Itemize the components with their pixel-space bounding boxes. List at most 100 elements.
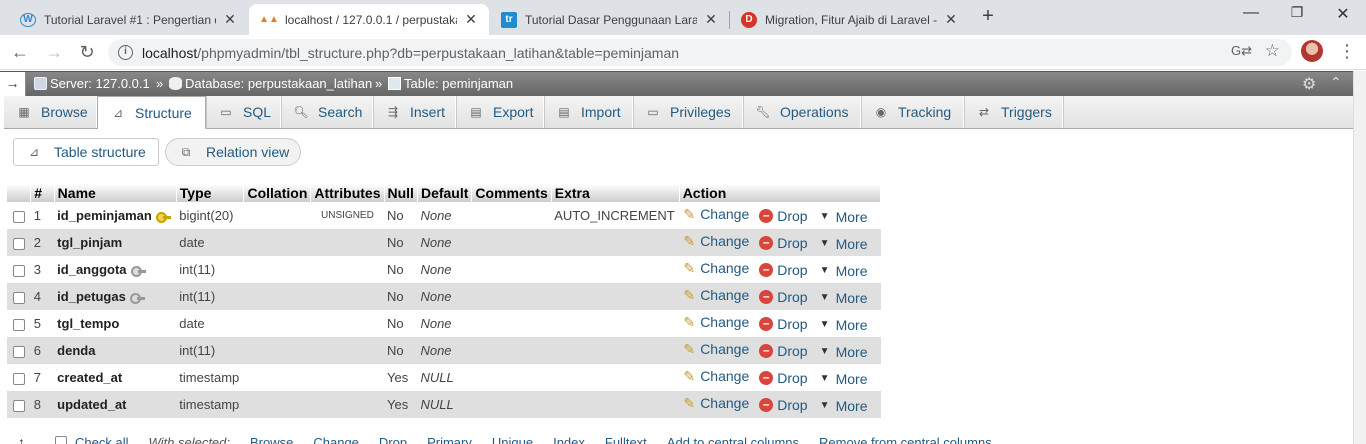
gear-icon[interactable]: ⚙ bbox=[1302, 74, 1316, 94]
row-checkbox[interactable] bbox=[12, 399, 25, 412]
drop-button[interactable]: – Drop bbox=[759, 235, 808, 251]
restore-icon[interactable]: ❐ bbox=[1282, 4, 1312, 21]
chrome-menu-icon[interactable]: ⋮ bbox=[1338, 40, 1356, 62]
tab-privileges[interactable]: ▭ Privileges bbox=[633, 96, 743, 128]
tab-structure[interactable]: ⊿ Structure bbox=[97, 96, 206, 129]
check-all-link[interactable]: Check all bbox=[75, 435, 128, 444]
drop-button[interactable]: – Drop bbox=[759, 208, 808, 224]
forward-arrow-icon[interactable]: → bbox=[42, 41, 66, 65]
more-dropdown[interactable]: ▼ More bbox=[818, 263, 868, 279]
column-name-link[interactable]: id_peminjaman bbox=[57, 208, 152, 223]
more-dropdown[interactable]: ▼ More bbox=[818, 398, 868, 414]
bulk-unique-button[interactable]: Unique bbox=[492, 435, 533, 444]
tab-export[interactable]: ▤ Export bbox=[456, 96, 544, 128]
bulk-primary-button[interactable]: Primary bbox=[427, 435, 472, 444]
row-checkbox[interactable] bbox=[12, 372, 25, 385]
navigation-toggle-icon[interactable]: → bbox=[0, 72, 26, 96]
row-checkbox[interactable] bbox=[12, 318, 25, 331]
reload-icon[interactable]: ↻ bbox=[75, 41, 99, 65]
breadcrumb-database[interactable]: Database: perpustakaan_latihan bbox=[169, 76, 372, 91]
row-checkbox[interactable] bbox=[12, 291, 25, 304]
change-button[interactable]: ✎ Change bbox=[682, 260, 749, 276]
bookmark-star-icon[interactable]: ☆ bbox=[1265, 41, 1280, 61]
tab-tracking[interactable]: ◉ Tracking bbox=[861, 96, 964, 128]
header-type[interactable]: Type bbox=[176, 184, 245, 202]
new-tab-icon[interactable]: + bbox=[977, 6, 999, 28]
drop-button[interactable]: – Drop bbox=[759, 343, 808, 359]
tab-browse[interactable]: ▦ Browse bbox=[4, 96, 97, 128]
more-dropdown[interactable]: ▼ More bbox=[818, 344, 868, 360]
drop-button[interactable]: – Drop bbox=[759, 289, 808, 305]
profile-avatar[interactable] bbox=[1301, 40, 1323, 62]
header-extra[interactable]: Extra bbox=[551, 184, 680, 202]
bulk-index-button[interactable]: Index bbox=[553, 435, 585, 444]
change-button[interactable]: ✎ Change bbox=[682, 341, 749, 357]
header-comments[interactable]: Comments bbox=[471, 184, 552, 202]
column-name-link[interactable]: tgl_pinjam bbox=[57, 235, 122, 250]
collapse-icon[interactable]: ⌃ bbox=[1330, 74, 1342, 91]
change-button[interactable]: ✎ Change bbox=[682, 287, 749, 303]
back-arrow-icon[interactable]: ← bbox=[8, 41, 32, 65]
tab-import[interactable]: ▤ Import bbox=[544, 96, 633, 128]
tab-triggers[interactable]: ⇄ Triggers bbox=[964, 96, 1063, 128]
drop-button[interactable]: – Drop bbox=[759, 316, 808, 332]
header-attributes[interactable]: Attributes bbox=[310, 184, 385, 202]
drop-button[interactable]: – Drop bbox=[759, 370, 808, 386]
tab-operations[interactable]: 🔧︎ Operations bbox=[743, 96, 861, 128]
more-dropdown[interactable]: ▼ More bbox=[818, 290, 868, 306]
breadcrumb-table[interactable]: Table: peminjaman bbox=[388, 76, 513, 91]
browser-tab-1[interactable]: W Tutorial Laravel #1 : Pengertian d ✕ bbox=[8, 4, 248, 35]
address-bar[interactable]: i localhost/phpmyadmin/tbl_structure.php… bbox=[108, 39, 1292, 66]
change-button[interactable]: ✎ Change bbox=[682, 395, 749, 411]
site-info-icon[interactable]: i bbox=[118, 45, 133, 60]
drop-button[interactable]: – Drop bbox=[759, 397, 808, 413]
more-dropdown[interactable]: ▼ More bbox=[818, 317, 868, 333]
tab-search[interactable]: 🔍︎ Search bbox=[281, 96, 373, 128]
bulk-change-button[interactable]: Change bbox=[313, 435, 359, 444]
column-name-link[interactable]: created_at bbox=[57, 370, 122, 385]
close-tab-icon[interactable]: ✕ bbox=[943, 11, 959, 28]
column-name-link[interactable]: updated_at bbox=[57, 397, 126, 412]
row-checkbox[interactable] bbox=[12, 210, 25, 223]
change-button[interactable]: ✎ Change bbox=[682, 368, 749, 384]
close-tab-icon[interactable]: ✕ bbox=[463, 11, 479, 28]
bulk-add-central-button[interactable]: Add to central columns bbox=[667, 435, 799, 444]
column-name-link[interactable]: denda bbox=[57, 343, 95, 358]
bulk-fulltext-button[interactable]: Fulltext bbox=[605, 435, 647, 444]
row-checkbox[interactable] bbox=[12, 345, 25, 358]
tab-insert[interactable]: ⇶ Insert bbox=[373, 96, 456, 128]
url-text[interactable]: localhost/phpmyadmin/tbl_structure.php?d… bbox=[142, 45, 679, 61]
drop-button[interactable]: – Drop bbox=[759, 262, 808, 278]
check-all-checkbox[interactable] bbox=[55, 436, 67, 444]
change-button[interactable]: ✎ Change bbox=[682, 233, 749, 249]
translate-icon[interactable]: G⇄ bbox=[1231, 43, 1252, 59]
browser-tab-3[interactable]: tr Tutorial Dasar Penggunaan Larav ✕ bbox=[489, 4, 729, 35]
header-name[interactable]: Name bbox=[54, 184, 177, 202]
browser-tab-2[interactable]: ▲▲ localhost / 127.0.0.1 / perpustaka ✕ bbox=[249, 4, 489, 35]
column-name-link[interactable]: id_petugas bbox=[57, 289, 126, 304]
window-close-icon[interactable]: ✕ bbox=[1328, 4, 1358, 24]
close-tab-icon[interactable]: ✕ bbox=[222, 11, 238, 28]
column-name-link[interactable]: id_anggota bbox=[57, 262, 126, 277]
more-dropdown[interactable]: ▼ More bbox=[818, 236, 868, 252]
header-null[interactable]: Null bbox=[384, 184, 418, 202]
column-name-link[interactable]: tgl_tempo bbox=[57, 316, 119, 331]
more-dropdown[interactable]: ▼ More bbox=[818, 209, 868, 225]
row-checkbox[interactable] bbox=[12, 264, 25, 277]
subtab-table-structure[interactable]: ⊿ Table structure bbox=[13, 138, 159, 166]
more-dropdown[interactable]: ▼ More bbox=[818, 371, 868, 387]
bulk-browse-button[interactable]: Browse bbox=[250, 435, 293, 444]
bulk-drop-button[interactable]: Drop bbox=[379, 435, 407, 444]
change-button[interactable]: ✎ Change bbox=[682, 206, 749, 222]
close-tab-icon[interactable]: ✕ bbox=[703, 11, 719, 28]
header-default[interactable]: Default bbox=[417, 184, 473, 202]
bulk-remove-central-button[interactable]: Remove from central columns bbox=[819, 435, 992, 444]
breadcrumb-server[interactable]: Server: 127.0.0.1 bbox=[34, 76, 150, 91]
subtab-relation-view[interactable]: ⧉ Relation view bbox=[165, 138, 301, 166]
change-button[interactable]: ✎ Change bbox=[682, 314, 749, 330]
tab-sql[interactable]: ▭ SQL bbox=[206, 96, 281, 128]
page-scrollbar[interactable] bbox=[1353, 71, 1366, 444]
minimize-icon[interactable]: — bbox=[1236, 4, 1266, 22]
row-checkbox[interactable] bbox=[12, 237, 25, 250]
header-collation[interactable]: Collation bbox=[243, 184, 312, 202]
